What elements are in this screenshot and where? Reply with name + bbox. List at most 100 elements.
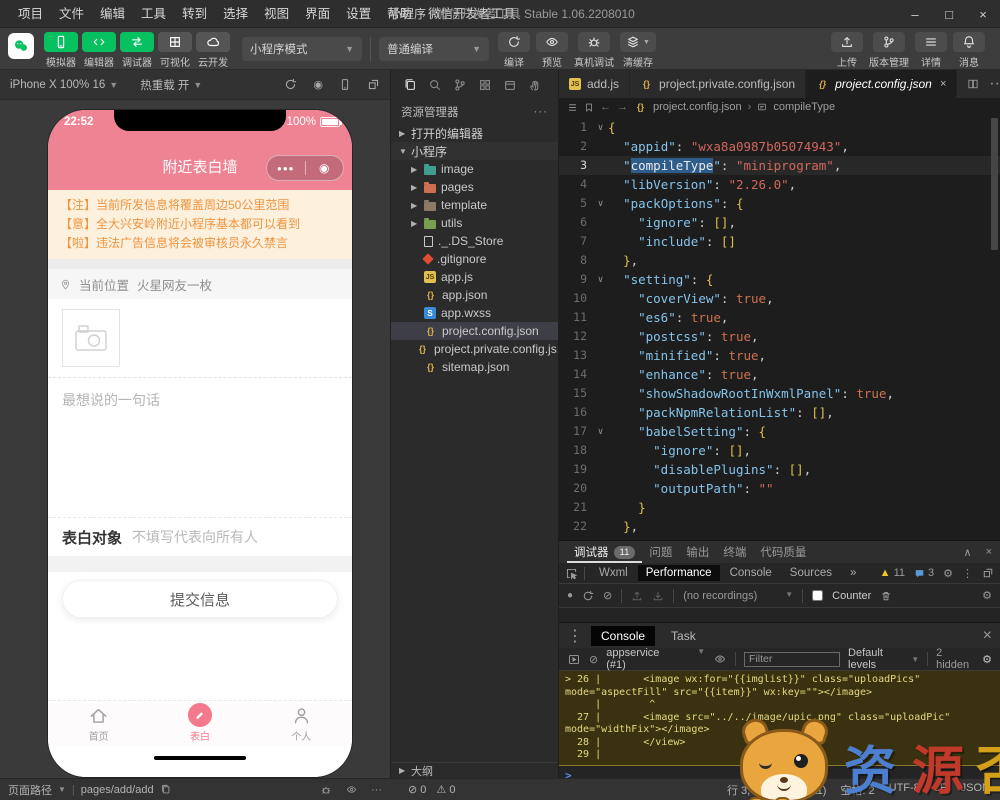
encoding[interactable]: UTF-8 bbox=[889, 782, 920, 798]
devtools-settings-icon[interactable]: ⚙ bbox=[943, 567, 953, 580]
code-line[interactable]: 7 "include": [] bbox=[559, 232, 1000, 251]
language-mode[interactable]: JSON bbox=[961, 782, 990, 798]
preview-button[interactable] bbox=[536, 32, 568, 52]
location-row[interactable]: 当前位置 火星网友一枚 bbox=[48, 269, 352, 299]
undock-icon[interactable] bbox=[982, 567, 994, 579]
debug-tab-输出[interactable]: 输出 bbox=[679, 541, 716, 563]
code-line[interactable]: 11 "es6": true, bbox=[559, 308, 1000, 327]
maximize-button[interactable]: □ bbox=[932, 0, 966, 28]
code-line[interactable]: 8 }, bbox=[559, 251, 1000, 270]
menu-item[interactable]: 项目 bbox=[10, 0, 51, 28]
tree-item[interactable]: app.wxss bbox=[391, 304, 558, 322]
tab-profile[interactable]: 个人 bbox=[251, 701, 352, 746]
tree-item[interactable]: project.config.json bbox=[391, 322, 558, 340]
code-line[interactable]: 15 "showShadowRootInWxmlPanel": true, bbox=[559, 384, 1000, 403]
add-photo-button[interactable] bbox=[62, 309, 120, 367]
inspect-element-icon[interactable] bbox=[565, 567, 578, 580]
code-line[interactable]: 10 "coverView": true, bbox=[559, 289, 1000, 308]
devtools-tab-Console[interactable]: Console bbox=[722, 565, 780, 581]
version-control-button[interactable] bbox=[873, 32, 905, 52]
console-settings-icon[interactable]: ⚙ bbox=[982, 653, 992, 666]
code-area[interactable]: 1 ∨{2 "appid": "wxa8a0987b05074943", 3 "co… bbox=[559, 116, 1000, 540]
more-menu-icon[interactable]: ●●● bbox=[267, 164, 305, 173]
visual-button[interactable] bbox=[158, 32, 192, 52]
menu-item[interactable]: 选择 bbox=[215, 0, 256, 28]
target-row[interactable]: 表白对象 不填写代表向所有人 bbox=[48, 518, 352, 556]
devtools-tab-Wxml[interactable]: Wxml bbox=[591, 565, 636, 581]
hot-reload-toggle[interactable]: 热重载 开 ▼ bbox=[140, 77, 202, 93]
menu-item[interactable]: 编辑 bbox=[92, 0, 133, 28]
home-indicator[interactable] bbox=[154, 756, 246, 760]
tree-item[interactable]: project.private.config.js... bbox=[391, 340, 558, 358]
source-control-icon[interactable] bbox=[453, 78, 467, 92]
hand-icon[interactable] bbox=[528, 79, 541, 92]
target-input[interactable]: 不填写代表向所有人 bbox=[132, 527, 258, 547]
details-button[interactable] bbox=[915, 32, 947, 52]
editor-tab[interactable]: project.private.config.json bbox=[630, 70, 807, 98]
refresh-icon[interactable] bbox=[284, 78, 297, 91]
tab-home[interactable]: 首页 bbox=[48, 701, 149, 746]
tree-item[interactable]: .gitignore bbox=[391, 250, 558, 268]
tree-item[interactable]: sitemap.json bbox=[391, 358, 558, 376]
copy-icon[interactable] bbox=[160, 784, 171, 795]
code-line[interactable]: 14 "enhance": true, bbox=[559, 365, 1000, 384]
compile-button[interactable] bbox=[498, 32, 530, 52]
upload-button[interactable] bbox=[831, 32, 863, 52]
warning-count[interactable]: 11 bbox=[894, 567, 905, 579]
code-line[interactable]: 22 }, bbox=[559, 517, 1000, 536]
mode-select[interactable]: 小程序模式 ▼ bbox=[242, 36, 362, 61]
filter-input[interactable] bbox=[744, 651, 841, 667]
editor-scrollbar[interactable] bbox=[991, 118, 998, 250]
indent-setting[interactable]: 空格: 2 bbox=[840, 782, 874, 798]
save-profile-icon[interactable] bbox=[652, 590, 664, 602]
code-line[interactable]: 19 "disablePlugins": [], bbox=[559, 460, 1000, 479]
eye-icon[interactable] bbox=[345, 784, 358, 795]
device-select[interactable]: iPhone X 100% 16 ▼ bbox=[10, 79, 118, 91]
code-line[interactable]: 1 ∨{ bbox=[559, 118, 1000, 137]
code-line[interactable]: 16 "packNpmRelationList": [], bbox=[559, 403, 1000, 422]
code-line[interactable]: 17 ∨ "babelSetting": { bbox=[559, 422, 1000, 441]
play-frame-icon[interactable] bbox=[567, 653, 581, 666]
menu-item[interactable]: 文件 bbox=[51, 0, 92, 28]
extensions-icon[interactable] bbox=[478, 78, 492, 92]
console-tab-Console[interactable]: Console bbox=[591, 625, 656, 646]
fold-icon[interactable]: ∨ bbox=[593, 118, 608, 137]
tree-item[interactable]: ▶ pages bbox=[391, 178, 558, 196]
remote-debug-button[interactable] bbox=[578, 32, 610, 52]
code-line[interactable]: 4 "libVersion": "2.26.0", bbox=[559, 175, 1000, 194]
context-select[interactable]: appservice (#1) ▼ bbox=[606, 647, 705, 671]
menu-item[interactable]: 工具 bbox=[133, 0, 174, 28]
submit-button[interactable]: 提交信息 bbox=[62, 580, 338, 618]
debug-tab-调试器[interactable]: 调试器 11 bbox=[567, 541, 642, 563]
tree-item[interactable]: ▶ image bbox=[391, 160, 558, 178]
compile-select[interactable]: 普通编译 ▼ bbox=[379, 36, 489, 61]
clear-icon[interactable]: ⊘ bbox=[603, 589, 612, 602]
console-warning[interactable]: > 26 | <image wx:for="{{imglist}}" class… bbox=[559, 671, 1000, 766]
message-count[interactable]: 3 bbox=[928, 567, 934, 579]
debug-tab-问题[interactable]: 问题 bbox=[642, 541, 679, 563]
tab-confess[interactable]: 表白 bbox=[149, 701, 250, 746]
record-icon[interactable]: ◉ bbox=[313, 78, 323, 91]
fold-icon[interactable]: ∨ bbox=[593, 422, 608, 441]
load-profile-icon[interactable] bbox=[631, 590, 643, 602]
code-line[interactable]: 5 ∨ "packOptions": { bbox=[559, 194, 1000, 213]
hidden-count[interactable]: 2 hidden bbox=[936, 647, 974, 671]
more-actions-icon[interactable]: ··· bbox=[989, 75, 1000, 93]
tree-item[interactable]: ._.DS_Store bbox=[391, 232, 558, 250]
console-prompt[interactable]: > bbox=[559, 766, 1000, 779]
search-icon[interactable] bbox=[428, 78, 442, 92]
code-line[interactable]: 12 "postcss": true, bbox=[559, 327, 1000, 346]
kebab-menu-icon[interactable]: ⋮ bbox=[567, 626, 583, 646]
editor-tab[interactable]: add.js bbox=[559, 70, 631, 98]
tree-item[interactable]: app.js bbox=[391, 268, 558, 286]
files-icon[interactable] bbox=[403, 78, 417, 92]
trash-icon[interactable] bbox=[880, 590, 892, 602]
debug-tab-代码质量[interactable]: 代码质量 bbox=[753, 541, 813, 563]
tab-overflow[interactable]: » bbox=[842, 565, 864, 581]
close-miniprogram-icon[interactable]: ◉ bbox=[306, 161, 344, 175]
collapse-panel-icon[interactable]: ∧ bbox=[964, 546, 972, 559]
page-path-label[interactable]: 页面路径 bbox=[8, 782, 52, 798]
bug-icon[interactable] bbox=[320, 784, 332, 796]
code-line[interactable]: 13 "minified": true, bbox=[559, 346, 1000, 365]
menu-item[interactable]: 设置 bbox=[338, 0, 379, 28]
